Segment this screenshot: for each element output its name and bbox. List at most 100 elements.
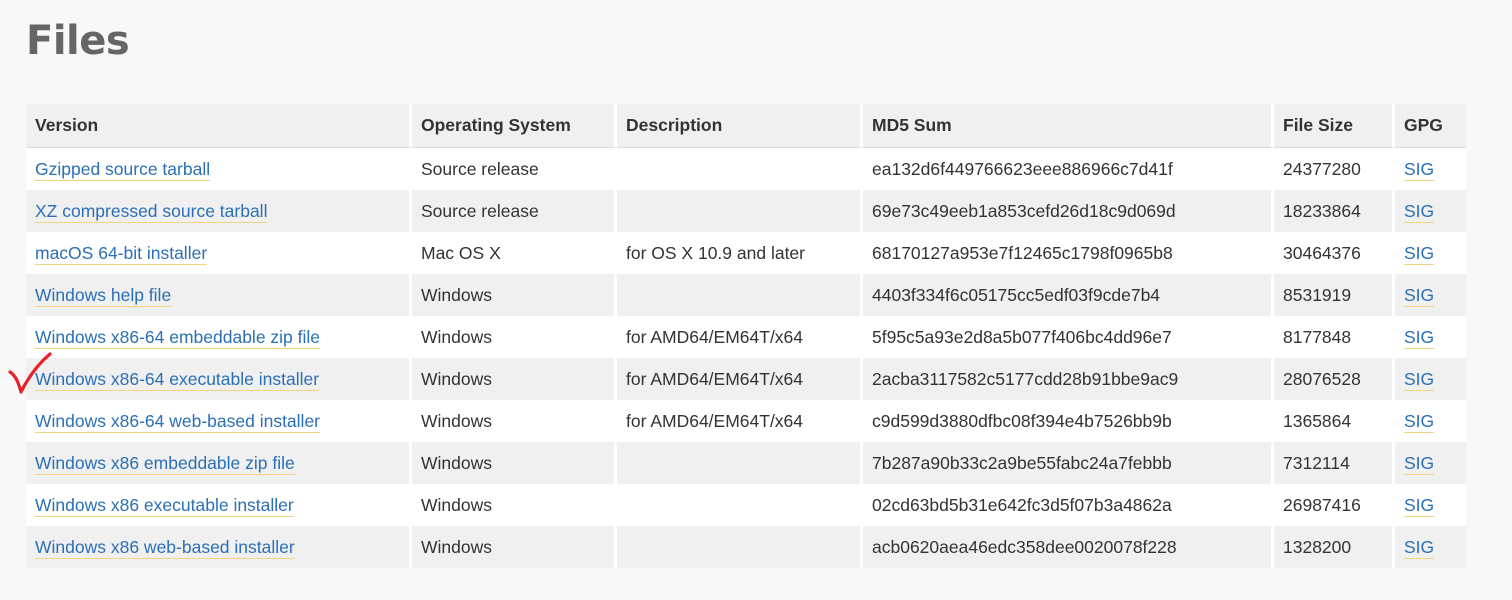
os-cell: Windows <box>412 274 617 316</box>
version-link[interactable]: Windows x86-64 embeddable zip file <box>35 326 321 349</box>
gpg-cell[interactable]: SIG <box>1395 148 1466 190</box>
table-row: Windows x86 embeddable zip file Windows 7b… <box>26 442 1466 484</box>
version-link[interactable]: Windows x86 embeddable zip file <box>35 452 295 475</box>
os-cell: Windows <box>412 442 617 484</box>
os-cell: Mac OS X <box>412 232 617 274</box>
gpg-cell[interactable]: SIG <box>1395 358 1466 400</box>
sig-link[interactable]: SIG <box>1404 158 1435 181</box>
version-cell[interactable]: Windows x86 executable installer <box>26 484 412 526</box>
table-row: macOS 64-bit installer Mac OS Xfor OS X 1… <box>26 232 1466 274</box>
file-size-cell: 1328200 <box>1274 526 1395 568</box>
version-link[interactable]: Windows x86-64 executable installer <box>35 368 320 391</box>
sig-link[interactable]: SIG <box>1404 452 1435 475</box>
table-row: XZ compressed source tarball Source relea… <box>26 190 1466 232</box>
table-row: Windows x86-64 web-based installer Window… <box>26 400 1466 442</box>
file-size-cell: 1365864 <box>1274 400 1395 442</box>
header-version: Version <box>26 104 412 148</box>
version-link[interactable]: Windows x86-64 web-based installer <box>35 410 320 433</box>
description-cell <box>617 190 863 232</box>
header-file-size: File Size <box>1274 104 1395 148</box>
description-cell: for OS X 10.9 and later <box>617 232 863 274</box>
version-link[interactable]: Gzipped source tarball <box>35 158 211 181</box>
file-size-cell: 18233864 <box>1274 190 1395 232</box>
gpg-cell[interactable]: SIG <box>1395 232 1466 274</box>
os-cell: Windows <box>412 484 617 526</box>
sig-link[interactable]: SIG <box>1404 242 1435 265</box>
version-cell[interactable]: Windows x86-64 executable installer <box>26 358 412 400</box>
description-cell <box>617 526 863 568</box>
md5-cell: 2acba3117582c5177cdd28b91bbe9ac9 <box>863 358 1274 400</box>
file-size-cell: 7312114 <box>1274 442 1395 484</box>
files-page: Files Version Operating System Descripti… <box>0 0 1512 600</box>
version-cell[interactable]: XZ compressed source tarball <box>26 190 412 232</box>
version-link[interactable]: macOS 64-bit installer <box>35 242 208 265</box>
file-size-cell: 8177848 <box>1274 316 1395 358</box>
version-cell[interactable]: Windows x86 embeddable zip file <box>26 442 412 484</box>
os-cell: Windows <box>412 316 617 358</box>
sig-link[interactable]: SIG <box>1404 284 1435 307</box>
os-cell: Windows <box>412 358 617 400</box>
gpg-cell[interactable]: SIG <box>1395 316 1466 358</box>
file-size-cell: 30464376 <box>1274 232 1395 274</box>
version-cell[interactable]: macOS 64-bit installer <box>26 232 412 274</box>
version-link[interactable]: Windows x86 executable installer <box>35 494 294 517</box>
table-row: Gzipped source tarball Source release ea13… <box>26 148 1466 190</box>
version-cell[interactable]: Gzipped source tarball <box>26 148 412 190</box>
version-link[interactable]: Windows x86 web-based installer <box>35 536 295 559</box>
gpg-cell[interactable]: SIG <box>1395 526 1466 568</box>
description-cell: for AMD64/EM64T/x64 <box>617 400 863 442</box>
table-row: Windows x86 executable installer Windows 0… <box>26 484 1466 526</box>
os-cell: Windows <box>412 400 617 442</box>
version-cell[interactable]: Windows x86-64 embeddable zip file <box>26 316 412 358</box>
sig-link[interactable]: SIG <box>1404 200 1435 223</box>
md5-cell: ea132d6f449766623eee886966c7d41f <box>863 148 1274 190</box>
header-md5-sum: MD5 Sum <box>863 104 1274 148</box>
files-table: Version Operating System Description MD5… <box>26 104 1466 568</box>
table-row: Windows help file Windows 4403f334f6c05175… <box>26 274 1466 316</box>
gpg-cell[interactable]: SIG <box>1395 442 1466 484</box>
description-cell: for AMD64/EM64T/x64 <box>617 358 863 400</box>
gpg-cell[interactable]: SIG <box>1395 484 1466 526</box>
md5-cell: 68170127a953e7f12465c1798f0965b8 <box>863 232 1274 274</box>
file-size-cell: 28076528 <box>1274 358 1395 400</box>
red-checkmark-icon <box>8 352 52 394</box>
table-row: Windows x86 web-based installer Windows ac… <box>26 526 1466 568</box>
version-cell[interactable]: Windows help file <box>26 274 412 316</box>
os-cell: Windows <box>412 526 617 568</box>
description-cell: for AMD64/EM64T/x64 <box>617 316 863 358</box>
md5-cell: acb0620aea46edc358dee0020078f228 <box>863 526 1274 568</box>
md5-cell: 02cd63bd5b31e642fc3d5f07b3a4862a <box>863 484 1274 526</box>
description-cell <box>617 442 863 484</box>
description-cell <box>617 484 863 526</box>
sig-link[interactable]: SIG <box>1404 536 1435 559</box>
md5-cell: 69e73c49eeb1a853cefd26d18c9d069d <box>863 190 1274 232</box>
sig-link[interactable]: SIG <box>1404 410 1435 433</box>
gpg-cell[interactable]: SIG <box>1395 190 1466 232</box>
description-cell <box>617 274 863 316</box>
os-cell: Source release <box>412 148 617 190</box>
md5-cell: 5f95c5a93e2d8a5b077f406bc4dd96e7 <box>863 316 1274 358</box>
description-cell <box>617 148 863 190</box>
os-cell: Source release <box>412 190 617 232</box>
version-cell[interactable]: Windows x86-64 web-based installer <box>26 400 412 442</box>
version-cell[interactable]: Windows x86 web-based installer <box>26 526 412 568</box>
sig-link[interactable]: SIG <box>1404 494 1435 517</box>
md5-cell: c9d599d3880dfbc08f394e4b7526bb9b <box>863 400 1274 442</box>
sig-link[interactable]: SIG <box>1404 326 1435 349</box>
header-gpg: GPG <box>1395 104 1466 148</box>
header-description: Description <box>617 104 863 148</box>
gpg-cell[interactable]: SIG <box>1395 400 1466 442</box>
file-size-cell: 26987416 <box>1274 484 1395 526</box>
file-size-cell: 8531919 <box>1274 274 1395 316</box>
header-operating-system: Operating System <box>412 104 617 148</box>
page-title: Files <box>26 18 130 64</box>
table-row: Windows x86-64 executable installer Windo… <box>26 358 1466 400</box>
md5-cell: 4403f334f6c05175cc5edf03f9cde7b4 <box>863 274 1274 316</box>
version-link[interactable]: XZ compressed source tarball <box>35 200 268 223</box>
md5-cell: 7b287a90b33c2a9be55fabc24a7febbb <box>863 442 1274 484</box>
gpg-cell[interactable]: SIG <box>1395 274 1466 316</box>
table-row: Windows x86-64 embeddable zip file Window… <box>26 316 1466 358</box>
file-size-cell: 24377280 <box>1274 148 1395 190</box>
version-link[interactable]: Windows help file <box>35 284 172 307</box>
sig-link[interactable]: SIG <box>1404 368 1435 391</box>
